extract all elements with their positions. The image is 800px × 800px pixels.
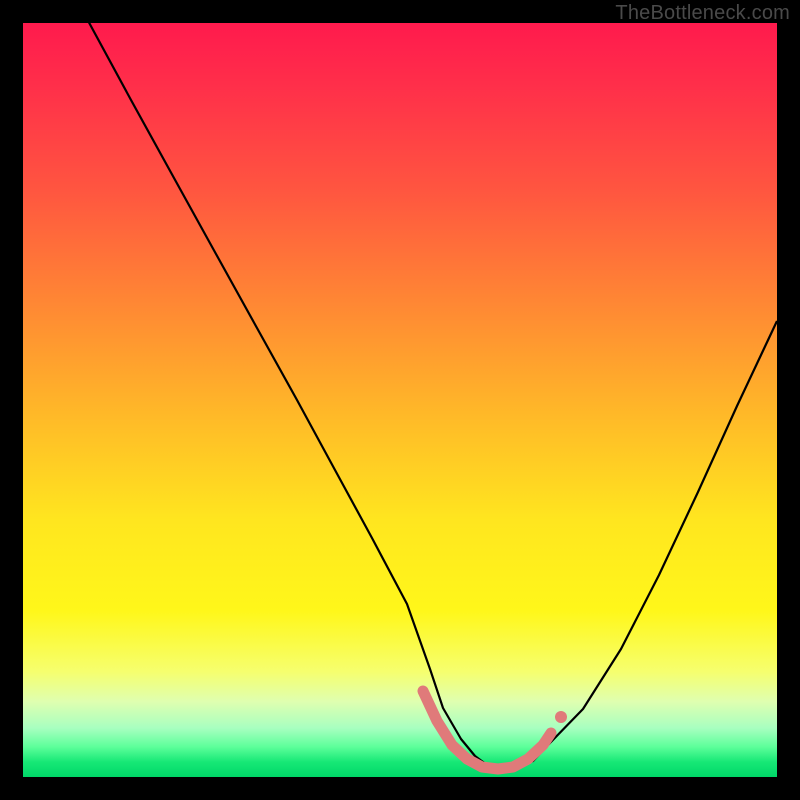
watermark-text: TheBottleneck.com — [615, 2, 790, 25]
chart-plot-area — [23, 23, 777, 777]
chart-highlight-dot — [555, 711, 567, 723]
chart-frame: TheBottleneck.com — [0, 0, 800, 800]
chart-curve — [86, 17, 777, 767]
chart-svg — [23, 23, 777, 777]
